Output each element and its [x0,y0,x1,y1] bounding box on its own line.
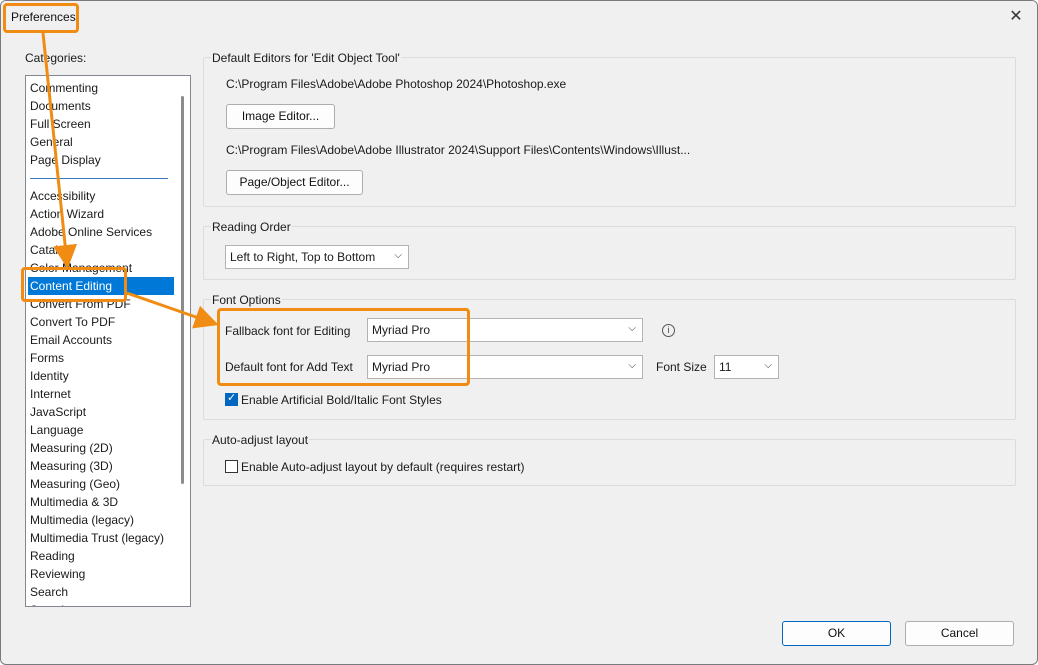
arrow-to-content-editing [41,32,78,269]
annotation-arrows [41,32,219,329]
preferences-dialog: Preferences ✕ Categories: Commenting Docu… [0,0,1038,665]
arrow-to-font-fields [126,291,219,329]
